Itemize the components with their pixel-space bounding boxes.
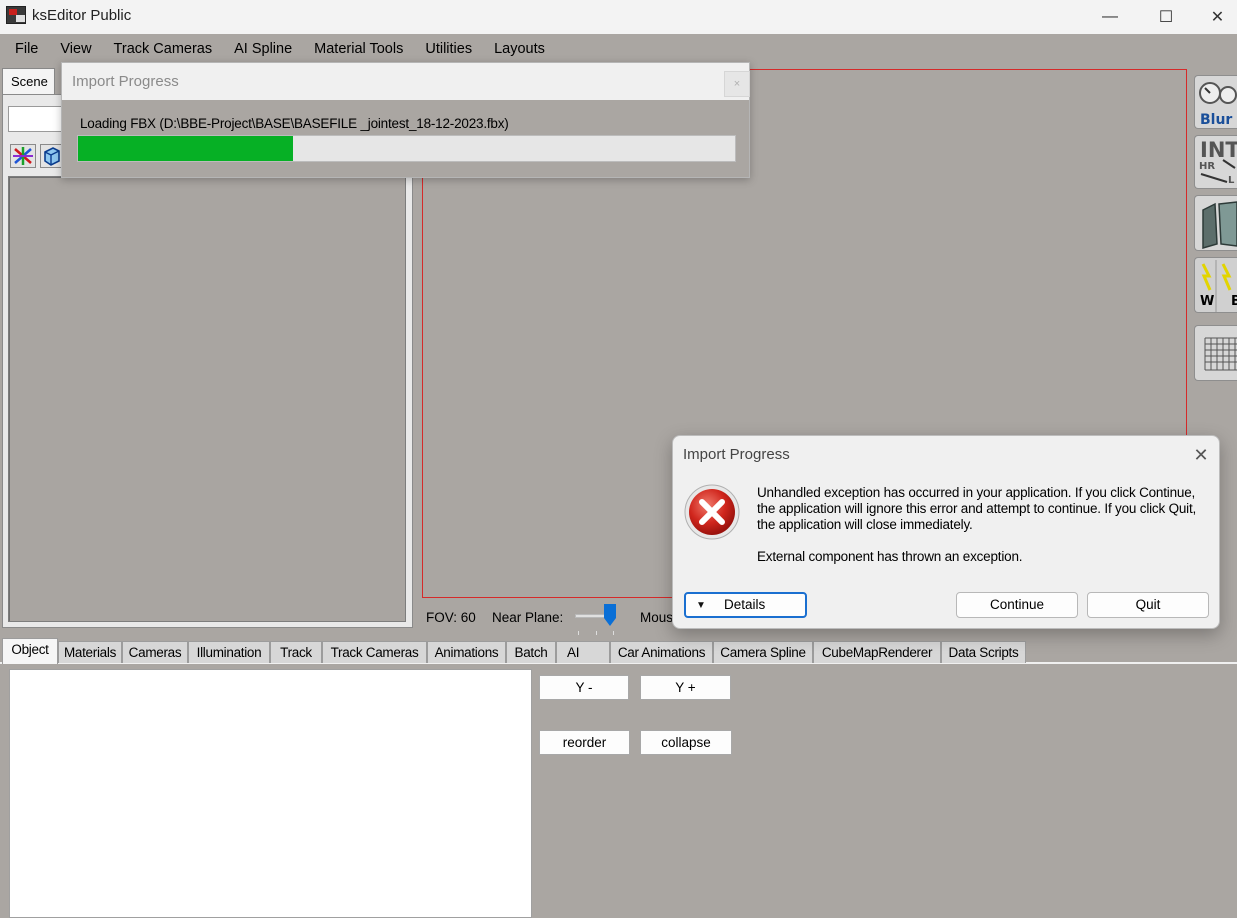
tab-ai[interactable]: AI [556,641,610,663]
menu-view[interactable]: View [49,35,102,63]
object-list[interactable] [9,669,532,918]
grid-icon [1204,337,1237,371]
cube-view-button[interactable] [40,144,62,168]
tab-cubemaprenderer[interactable]: CubeMapRenderer [813,641,941,663]
slider-tick [613,631,614,635]
tab-car-animations[interactable]: Car Animations [610,641,713,663]
scene-tree[interactable] [8,176,406,622]
error-message: Unhandled exception has occurred in your… [757,485,1197,532]
import-progress-title: Import Progress [72,73,179,90]
error-dialog-title: Import Progress [683,446,790,463]
tab-illumination[interactable]: Illumination [188,641,270,663]
tab-data-scripts[interactable]: Data Scripts [941,641,1026,663]
error-icon [684,484,740,540]
reorder-button[interactable]: reorder [539,730,630,755]
import-progress-close-button[interactable]: × [724,71,750,97]
menu-material-tools[interactable]: Material Tools [303,35,414,63]
app-logo-icon [6,6,26,24]
near-plane-slider-thumb[interactable] [604,604,616,626]
details-button[interactable]: ▼ Details [684,592,807,618]
tab-track-cameras[interactable]: Track Cameras [322,641,427,663]
import-progress-window: Import Progress × Loading FBX (D:\BBE-Pr… [61,62,750,178]
import-progress-body: Loading FBX (D:\BBE-Project\BASE\BASEFIL… [62,100,749,177]
tab-materials[interactable]: Materials [58,641,122,663]
tire-icon [1202,201,1237,249]
axis-gizmo-button[interactable] [10,144,36,168]
b-label: B [1231,294,1237,309]
menu-ai-spline[interactable]: AI Spline [223,35,303,63]
arrow-icon [1200,159,1236,183]
tab-batch[interactable]: Batch [506,641,556,663]
error-detail-text: External component has thrown an excepti… [757,549,1023,564]
tab-object[interactable]: Object [2,638,58,664]
tab-animations[interactable]: Animations [427,641,506,663]
tab-track[interactable]: Track [270,641,322,663]
scene-search-input[interactable] [8,106,68,132]
continue-button[interactable]: Continue [956,592,1078,618]
import-progress-message: Loading FBX (D:\BBE-Project\BASE\BASEFIL… [80,116,509,131]
int-button[interactable]: INT HR L [1194,135,1237,189]
slider-tick [578,631,579,635]
details-label: Details [724,597,766,612]
tab-camera-spline[interactable]: Camera Spline [713,641,813,663]
fov-readout: FOV: 60 [426,610,476,625]
mouse-label: Mous [640,610,674,625]
collapse-button[interactable]: collapse [640,730,732,755]
y-plus-button[interactable]: Y + [640,675,731,700]
close-window-button[interactable]: ✕ [1198,0,1237,34]
import-progress-title-bar: Import Progress × [62,63,750,100]
blur-button[interactable]: Blur [1194,75,1237,129]
import-progress-bar [77,135,736,162]
right-toolbar: Blur INT HR L W B [1191,69,1237,381]
title-bar: ksEditor Public — ☐ ✕ [0,0,1237,34]
minimize-button[interactable]: — [1087,0,1133,34]
tab-cameras[interactable]: Cameras [122,641,188,663]
cube-icon [44,147,60,166]
blur-label: Blur [1200,112,1233,128]
menu-bar: File View Track Cameras AI Spline Materi… [0,35,1237,63]
menu-file[interactable]: File [4,35,49,63]
w-label: W [1200,294,1215,309]
menu-track-cameras[interactable]: Track Cameras [103,35,224,63]
grid-button[interactable] [1194,325,1237,381]
import-progress-fill [78,136,293,161]
error-dialog: Import Progress ✕ Unhandled exception ha… [672,435,1220,629]
chevron-down-icon: ▼ [696,600,706,611]
wheel-light-button[interactable]: W B [1194,257,1237,313]
near-plane-label: Near Plane: [492,610,564,625]
slider-tick [596,631,597,635]
quit-button[interactable]: Quit [1087,592,1209,618]
axis-gizmo-icon [13,147,33,165]
menu-utilities[interactable]: Utilities [414,35,483,63]
tire-button[interactable] [1194,195,1237,251]
maximize-button[interactable]: ☐ [1143,0,1189,34]
menu-layouts[interactable]: Layouts [483,35,556,63]
error-dialog-close-button[interactable]: ✕ [1187,444,1215,466]
tab-scene[interactable]: Scene [2,68,55,94]
y-minus-button[interactable]: Y - [539,675,629,700]
window-title: ksEditor Public [32,7,132,24]
